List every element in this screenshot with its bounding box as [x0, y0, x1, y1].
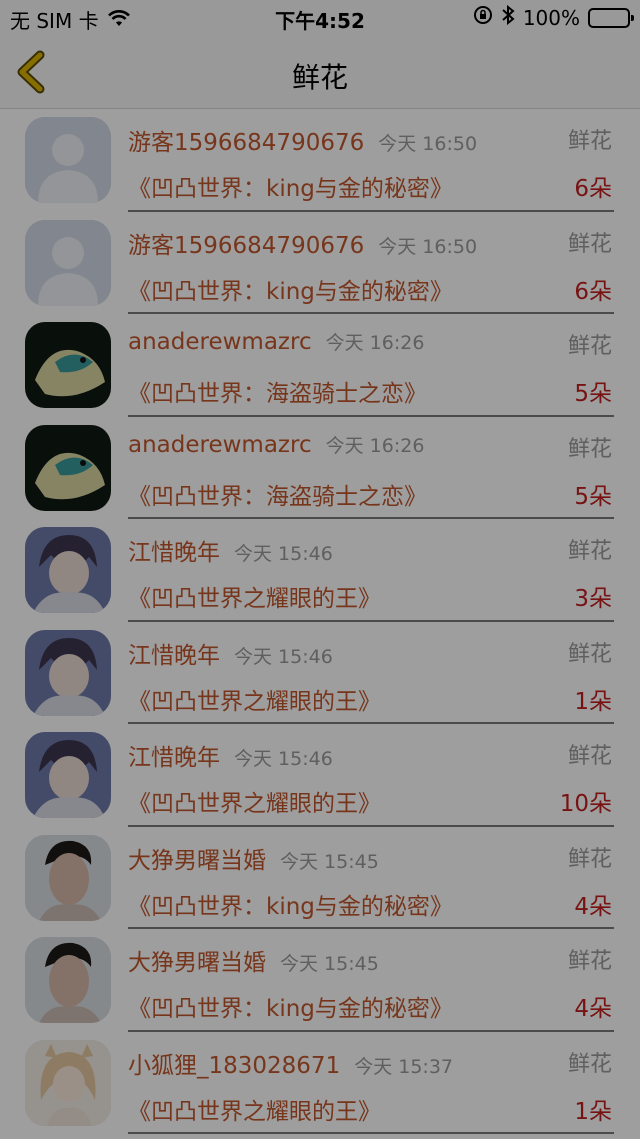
anime-boy-avatar — [25, 732, 111, 818]
default-avatar-icon — [25, 117, 111, 203]
list-item[interactable]: 游客1596684790676 今天 16:50 鲜花 《凹凸世界：king与金的… — [0, 109, 640, 212]
gift-count: 1朵 — [574, 1098, 612, 1125]
username: 江惜晚年 今天 15:46 — [128, 642, 333, 669]
username: 游客1596684790676 今天 16:50 — [128, 232, 478, 259]
gift-count: 4朵 — [574, 996, 612, 1022]
gift-list: 游客1596684790676 今天 16:50 鲜花 《凹凸世界：king与金的… — [0, 109, 640, 1134]
gift-count: 10朵 — [559, 791, 612, 817]
gift-type: 鲜花 — [567, 334, 612, 359]
anime-boy-avatar — [25, 527, 111, 613]
timestamp: 今天 16:50 — [378, 133, 478, 155]
anime-girl-avatar — [25, 1039, 111, 1126]
book-title[interactable]: 《凹凸世界：king与金的秘密》 — [128, 989, 453, 1023]
list-item[interactable]: 大狰男曙当婚 今天 15:45 鲜花 《凹凸世界：king与金的秘密》 4朵 — [0, 929, 640, 1032]
status-right: 100% — [473, 4, 634, 30]
battery-icon — [588, 7, 634, 28]
gift-type: 鲜花 — [567, 641, 612, 667]
page-title: 鲜花 — [291, 61, 348, 94]
bluetooth-icon — [501, 4, 515, 30]
username: 大狰男曙当婚 今天 15:45 — [128, 847, 379, 874]
status-bar: 无 SIM 卡 下午4:52 100% — [0, 0, 640, 36]
timestamp: 今天 15:45 — [280, 953, 379, 975]
gift-type: 鲜花 — [567, 129, 612, 154]
book-title[interactable]: 《凹凸世界：海盗骑士之恋》 — [128, 374, 427, 408]
gift-type: 鲜花 — [567, 436, 612, 462]
gift-type: 鲜花 — [567, 539, 612, 564]
timestamp: 今天 15:46 — [234, 645, 333, 668]
timestamp: 今天 15:46 — [234, 748, 333, 770]
fish-avatar — [25, 424, 111, 511]
gift-count: 6朵 — [574, 278, 612, 305]
man-portrait-avatar — [25, 937, 111, 1023]
username: anaderewmazrc 今天 16:26 — [128, 329, 425, 355]
gift-type: 鲜花 — [567, 846, 612, 872]
list-item[interactable]: 江惜晚年 今天 15:46 鲜花 《凹凸世界之耀眼的王》 3朵 — [0, 519, 640, 622]
default-avatar-icon — [25, 219, 111, 306]
timestamp: 今天 15:37 — [354, 1055, 453, 1078]
list-item[interactable]: 江惜晚年 今天 15:46 鲜花 《凹凸世界之耀眼的王》 1朵 — [0, 622, 640, 724]
timestamp: 今天 16:50 — [378, 235, 478, 258]
username: 小狐狸_183028671 今天 15:37 — [128, 1052, 453, 1079]
book-title[interactable]: 《凹凸世界：king与金的秘密》 — [128, 272, 453, 306]
book-title[interactable]: 《凹凸世界：king与金的秘密》 — [128, 169, 453, 203]
book-title[interactable]: 《凹凸世界之耀眼的王》 — [128, 579, 381, 613]
gift-count: 3朵 — [574, 586, 612, 612]
gift-count: 1朵 — [574, 688, 612, 715]
gift-count: 5朵 — [574, 483, 612, 510]
timestamp: 今天 15:46 — [234, 543, 333, 565]
list-item[interactable]: anaderewmazrc 今天 16:26 鲜花 《凹凸世界：海盗骑士之恋》 5… — [0, 417, 640, 519]
man-portrait-avatar — [25, 834, 111, 921]
book-title[interactable]: 《凹凸世界：king与金的秘密》 — [128, 887, 453, 921]
gift-type: 鲜花 — [567, 744, 612, 769]
timestamp: 今天 16:26 — [325, 434, 425, 457]
username: 游客1596684790676 今天 16:50 — [128, 130, 478, 156]
book-title[interactable]: 《凹凸世界之耀眼的王》 — [128, 682, 381, 716]
gift-count: 5朵 — [574, 381, 612, 407]
username: anaderewmazrc 今天 16:26 — [128, 431, 425, 458]
orientation-lock-icon — [473, 5, 493, 30]
username: 大狰男曙当婚 今天 15:45 — [128, 950, 379, 976]
book-title[interactable]: 《凹凸世界之耀眼的王》 — [128, 784, 381, 818]
gift-count: 4朵 — [574, 893, 612, 920]
username: 江惜晚年 今天 15:46 — [128, 540, 333, 566]
book-title[interactable]: 《凹凸世界之耀眼的王》 — [128, 1092, 381, 1126]
timestamp: 今天 15:45 — [280, 850, 379, 873]
timestamp: 今天 16:26 — [325, 332, 425, 354]
row-divider — [128, 1132, 614, 1134]
list-item[interactable]: 江惜晚年 今天 15:46 鲜花 《凹凸世界之耀眼的王》 10朵 — [0, 724, 640, 827]
fish-avatar — [25, 322, 111, 408]
nav-bar: 鲜花 — [0, 36, 640, 109]
list-item[interactable]: 小狐狸_183028671 今天 15:37 鲜花 《凹凸世界之耀眼的王》 1朵 — [0, 1032, 640, 1134]
anime-boy-avatar — [25, 629, 111, 716]
gift-type: 鲜花 — [567, 949, 612, 974]
list-item[interactable]: 游客1596684790676 今天 16:50 鲜花 《凹凸世界：king与金的… — [0, 212, 640, 314]
gift-type: 鲜花 — [567, 231, 612, 257]
username: 江惜晚年 今天 15:46 — [128, 745, 333, 771]
gift-type: 鲜花 — [567, 1051, 612, 1077]
gift-count: 6朵 — [574, 176, 612, 202]
list-item[interactable]: anaderewmazrc 今天 16:26 鲜花 《凹凸世界：海盗骑士之恋》 5… — [0, 314, 640, 417]
book-title[interactable]: 《凹凸世界：海盗骑士之恋》 — [128, 477, 427, 511]
list-item[interactable]: 大狰男曙当婚 今天 15:45 鲜花 《凹凸世界：king与金的秘密》 4朵 — [0, 827, 640, 929]
battery-percent: 100% — [522, 5, 580, 30]
